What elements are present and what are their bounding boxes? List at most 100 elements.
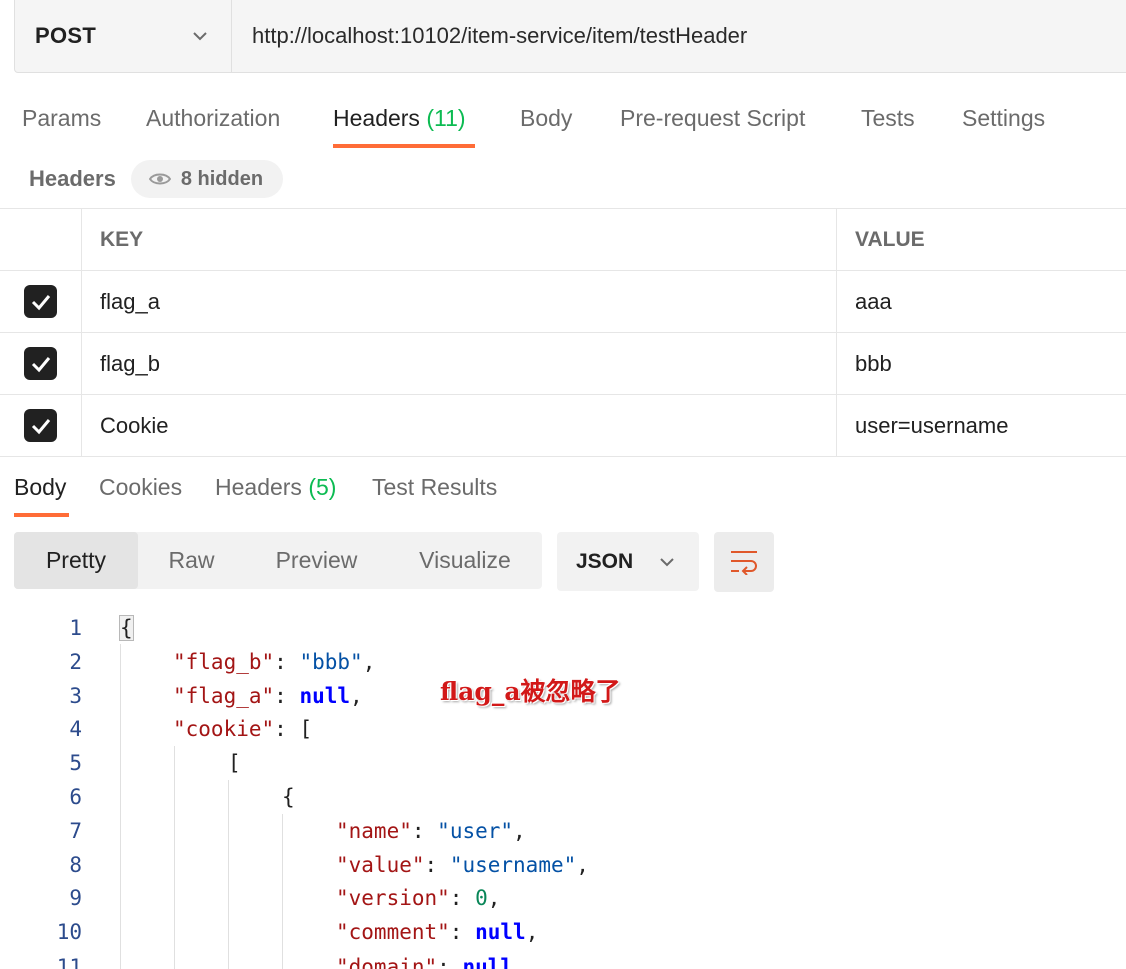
tab-pre-request-script[interactable]: Pre-request Script [620, 96, 805, 140]
code-text: "domain": null, [336, 955, 526, 969]
line-number: 7 [69, 819, 82, 843]
table-row: flag_a aaa [0, 271, 1126, 333]
tab-label: Settings [962, 105, 1046, 131]
tab-label: Test Results [372, 474, 498, 500]
url-input[interactable]: http://localhost:10102/item-service/item… [232, 0, 1126, 72]
header-value-cell[interactable]: user=username [837, 395, 1126, 456]
headers-subheader: Headers 8 hidden [29, 158, 284, 200]
tab-count: (5) [308, 474, 337, 500]
chevron-down-icon [660, 557, 674, 566]
header-key-cell[interactable]: Cookie [82, 395, 837, 456]
header-value-cell[interactable]: bbb [837, 333, 1126, 394]
line-number: 3 [69, 684, 82, 708]
tab-label: Cookies [99, 474, 183, 500]
code-line: 7 "name": "user", [0, 814, 1126, 848]
header-enabled-checkbox[interactable] [24, 409, 57, 442]
code-line: 9 "version": 0, [0, 881, 1126, 915]
code-line: 4 "cookie": [ [0, 712, 1126, 746]
line-number: 1 [69, 616, 82, 640]
tab-label: Headers [215, 474, 302, 500]
response-tab-headers[interactable]: Headers (5) [215, 466, 336, 508]
code-text: "version": 0, [336, 886, 501, 910]
code-line: 11 "domain": null, [0, 950, 1126, 969]
header-key-cell[interactable]: flag_b [82, 333, 837, 394]
header-enabled-checkbox[interactable] [24, 347, 57, 380]
active-tab-indicator [333, 144, 475, 148]
line-number: 4 [69, 717, 82, 741]
tab-label: Body [520, 105, 573, 131]
header-enabled-checkbox[interactable] [24, 285, 57, 318]
tab-tests[interactable]: Tests [861, 96, 915, 140]
tab-headers[interactable]: Headers (11) [333, 96, 466, 140]
view-mode-pretty[interactable]: Pretty [14, 532, 138, 589]
url-text: http://localhost:10102/item-service/item… [252, 23, 748, 48]
code-line: 1 { [0, 611, 1126, 645]
checkbox-cell [0, 271, 82, 332]
tab-authorization[interactable]: Authorization [146, 96, 280, 140]
code-text: "flag_a": null, [173, 684, 363, 708]
line-number: 2 [69, 650, 82, 674]
hidden-count-label: 8 hidden [180, 167, 264, 190]
response-tab-cookies[interactable]: Cookies [99, 466, 182, 508]
line-number: 9 [69, 886, 82, 910]
view-mode-visualize[interactable]: Visualize [388, 532, 542, 589]
line-number: 11 [56, 955, 82, 969]
checkmark-icon [31, 418, 50, 434]
tab-body[interactable]: Body [520, 96, 572, 140]
response-tabs: Body Cookies Headers (5) Test Results [0, 466, 1126, 520]
header-key-cell[interactable]: flag_a [82, 271, 837, 332]
method-select[interactable]: POST [15, 0, 232, 72]
code-line: 10 "comment": null, [0, 915, 1126, 949]
tab-label: Headers [333, 105, 420, 131]
tab-label: Tests [861, 105, 915, 131]
tab-label: Pre-request Script [620, 105, 806, 131]
response-tab-test-results[interactable]: Test Results [372, 466, 497, 508]
tab-label: Authorization [146, 105, 281, 131]
value-column-header: VALUE [855, 227, 925, 251]
request-bar: POST http://localhost:10102/item-service… [14, 0, 1126, 73]
checkbox-column-header [0, 209, 82, 270]
active-response-tab-indicator [14, 513, 69, 517]
code-line: 5 [ [0, 746, 1126, 780]
code-text: { [282, 785, 295, 809]
view-mode-preview[interactable]: Preview [245, 532, 388, 589]
key-column-header: KEY [82, 209, 837, 270]
code-text: "flag_b": "bbb", [173, 650, 376, 674]
headers-title: Headers [29, 166, 116, 191]
line-number: 5 [69, 751, 82, 775]
response-body-editor[interactable]: 1 { 2 "flag_b": "bbb", 3 "flag_a": null,… [0, 610, 1126, 969]
headers-table: KEY VALUE flag_a aaa flag_b bbb Cookie u… [0, 208, 1126, 457]
code-text: "name": "user", [336, 819, 526, 843]
code-text: { [119, 615, 134, 641]
tab-settings[interactable]: Settings [962, 96, 1045, 140]
hidden-headers-toggle[interactable]: 8 hidden [130, 160, 284, 198]
table-row: Cookie user=username [0, 395, 1126, 457]
text-wrap-icon [731, 551, 757, 575]
table-row: flag_b bbb [0, 333, 1126, 395]
view-mode-control: Pretty Raw Preview Visualize [14, 532, 542, 589]
method-label: POST [35, 23, 97, 48]
response-tab-body[interactable]: Body [14, 466, 66, 508]
checkmark-icon [31, 356, 50, 372]
line-number: 6 [69, 785, 82, 809]
tab-label: Body [14, 474, 67, 500]
checkbox-cell [0, 395, 82, 456]
tab-params[interactable]: Params [22, 96, 101, 140]
code-text: "cookie": [ [173, 717, 313, 741]
checkmark-icon [31, 294, 50, 310]
format-select[interactable]: JSON [557, 532, 699, 591]
wrap-lines-button[interactable] [714, 532, 774, 592]
code-text: [ [228, 751, 241, 775]
code-text: "comment": null, [336, 920, 539, 944]
table-header-row: KEY VALUE [0, 209, 1126, 271]
request-tabs: Params Authorization Headers (11) Body P… [0, 96, 1126, 152]
checkbox-cell [0, 333, 82, 394]
tab-count: (11) [426, 105, 466, 131]
tab-label: Params [22, 105, 102, 131]
eye-icon [148, 173, 171, 185]
header-value-cell[interactable]: aaa [837, 271, 1126, 332]
line-number: 8 [69, 853, 82, 877]
code-line: 6 { [0, 780, 1126, 814]
view-mode-raw[interactable]: Raw [138, 532, 245, 589]
line-number: 10 [56, 920, 82, 944]
